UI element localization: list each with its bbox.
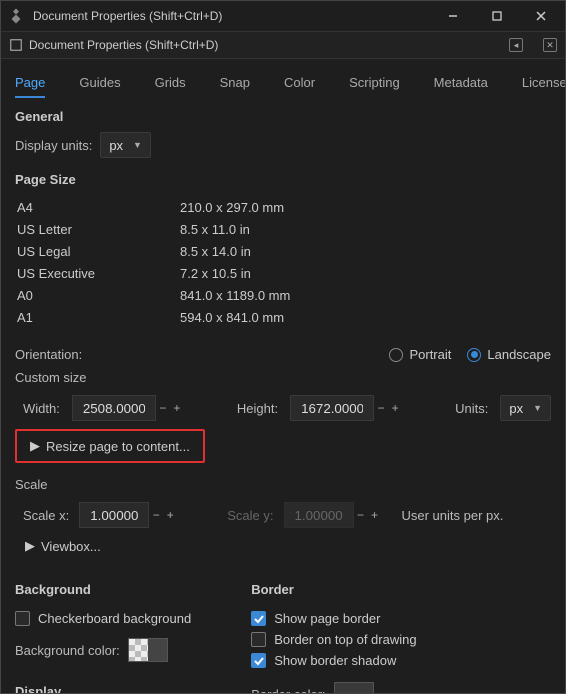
tab-strip: Page Guides Grids Snap Color Scripting M… (15, 69, 551, 103)
checkerboard-checkbox[interactable]: Checkerboard background (15, 611, 191, 626)
show-border-checkbox[interactable]: Show page border (251, 611, 416, 626)
tab-page[interactable]: Page (15, 69, 45, 98)
scale-y-label: Scale y: (227, 508, 273, 523)
tab-label: Snap (220, 75, 250, 90)
dialog-icon (9, 38, 23, 52)
border-on-top-label: Border on top of drawing (274, 632, 416, 647)
custom-units-label: Units: (455, 401, 488, 416)
border-on-top-checkbox[interactable]: Border on top of drawing (251, 632, 416, 647)
tab-label: Metadata (434, 75, 488, 90)
tab-metadata[interactable]: Metadata (434, 69, 488, 96)
tab-scripting[interactable]: Scripting (349, 69, 400, 96)
pagesize-row[interactable]: US Letter8.5 x 11.0 in (15, 218, 551, 240)
chevron-down-icon: ▼ (533, 403, 542, 413)
tab-label: Scripting (349, 75, 400, 90)
background-heading: Background (15, 582, 191, 597)
app-icon (7, 7, 25, 25)
checkbox-icon (251, 653, 266, 668)
height-decrement[interactable]: − (374, 395, 388, 421)
tab-license[interactable]: License (522, 69, 565, 96)
scale-y-increment: + (368, 502, 382, 528)
pagesize-row[interactable]: A0841.0 x 1189.0 mm (15, 284, 551, 306)
height-input[interactable] (290, 395, 374, 421)
pagesize-row[interactable]: A2420.0 x 594.0 mm (15, 328, 551, 335)
maximize-button[interactable] (475, 2, 519, 30)
custom-units-value: px (509, 401, 523, 416)
border-color-swatch[interactable] (334, 682, 374, 693)
tab-label: Color (284, 75, 315, 90)
orientation-portrait[interactable]: Portrait (389, 347, 451, 362)
show-shadow-label: Show border shadow (274, 653, 396, 668)
custom-size-heading: Custom size (15, 370, 551, 385)
tab-grids[interactable]: Grids (155, 69, 186, 96)
scale-x-decrement[interactable]: − (149, 502, 163, 528)
scale-y-input (284, 502, 354, 528)
viewbox-expand-button[interactable]: ▶ Viewbox... (15, 534, 111, 558)
height-label: Height: (237, 401, 278, 416)
pagesize-list[interactable]: A4210.0 x 297.0 mm US Letter8.5 x 11.0 i… (15, 195, 551, 335)
chevron-down-icon: ▼ (133, 140, 142, 150)
checkbox-icon (251, 632, 266, 647)
pagesize-row[interactable]: US Legal8.5 x 14.0 in (15, 240, 551, 262)
viewbox-label: Viewbox... (41, 539, 101, 554)
checkerboard-label: Checkerboard background (38, 611, 191, 626)
orientation-group: Portrait Landscape (389, 347, 551, 362)
orientation-landscape-label: Landscape (487, 347, 551, 362)
chevron-right-icon: ▶ (30, 438, 40, 454)
display-units-select[interactable]: px ▼ (100, 132, 151, 158)
show-border-label: Show page border (274, 611, 380, 626)
border-heading: Border (251, 582, 416, 597)
resize-page-to-content-label: Resize page to content... (46, 439, 190, 454)
bgcolor-label: Background color: (15, 643, 120, 658)
scale-x-input[interactable] (79, 502, 149, 528)
scale-y-decrement: − (354, 502, 368, 528)
radio-icon (389, 348, 403, 362)
pagesize-row[interactable]: A4210.0 x 297.0 mm (15, 196, 551, 218)
scale-heading: Scale (15, 477, 551, 492)
pagesize-heading: Page Size (15, 172, 551, 187)
tab-label: Grids (155, 75, 186, 90)
tab-label: Guides (79, 75, 120, 90)
width-decrement[interactable]: − (156, 395, 170, 421)
width-label: Width: (23, 401, 60, 416)
dock-header: Document Properties (Shift+Ctrl+D) ◂ ✕ (1, 31, 565, 59)
dialog-title: Document Properties (Shift+Ctrl+D) (29, 38, 509, 52)
scale-units-note: User units per px. (402, 508, 504, 523)
orientation-portrait-label: Portrait (409, 347, 451, 362)
pagesize-row[interactable]: A1594.0 x 841.0 mm (15, 306, 551, 328)
checkbox-icon (15, 611, 30, 626)
tab-snap[interactable]: Snap (220, 69, 250, 96)
display-heading: Display (15, 684, 191, 693)
width-input[interactable] (72, 395, 156, 421)
scale-x-label: Scale x: (23, 508, 69, 523)
chevron-right-icon: ▶ (25, 538, 35, 554)
scale-x-increment[interactable]: + (163, 502, 177, 528)
titlebar: Document Properties (Shift+Ctrl+D) (1, 1, 565, 31)
resize-page-to-content-button[interactable]: ▶ Resize page to content... (19, 433, 201, 459)
height-increment[interactable]: + (388, 395, 402, 421)
dock-menu-button[interactable]: ◂ (509, 38, 523, 52)
close-button[interactable] (519, 2, 563, 30)
tab-label: Page (15, 75, 45, 90)
display-units-value: px (109, 138, 123, 153)
orientation-landscape[interactable]: Landscape (467, 347, 551, 362)
width-increment[interactable]: + (170, 395, 184, 421)
custom-units-select[interactable]: px ▼ (500, 395, 551, 421)
bgcolor-swatch[interactable] (128, 638, 168, 662)
orientation-label: Orientation: (15, 347, 82, 362)
tab-color[interactable]: Color (284, 69, 315, 96)
tab-guides[interactable]: Guides (79, 69, 120, 96)
window-title: Document Properties (Shift+Ctrl+D) (33, 9, 431, 23)
dock-close-button[interactable]: ✕ (543, 38, 557, 52)
pagesize-row[interactable]: US Executive7.2 x 10.5 in (15, 262, 551, 284)
tab-label: License (522, 75, 565, 90)
checkbox-icon (251, 611, 266, 626)
resize-highlight: ▶ Resize page to content... (15, 429, 205, 463)
show-shadow-checkbox[interactable]: Show border shadow (251, 653, 416, 668)
radio-icon (467, 348, 481, 362)
general-heading: General (15, 109, 551, 124)
display-units-label: Display units: (15, 138, 92, 153)
minimize-button[interactable] (431, 2, 475, 30)
border-color-label: Border color: (251, 687, 325, 694)
